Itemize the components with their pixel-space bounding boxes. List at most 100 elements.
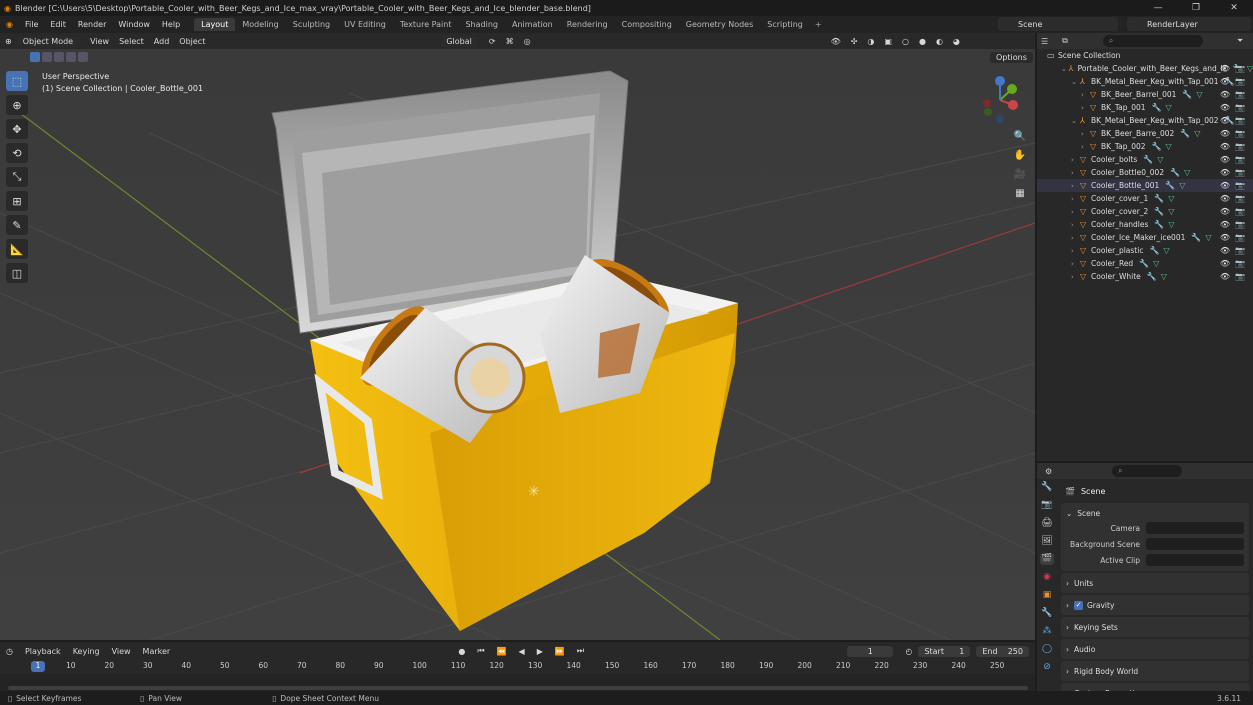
add-cube-tool-icon[interactable]: ◫ [6,263,28,283]
outliner-row[interactable]: › ▽ Cooler_plastic 🔧 ▽ 👁 📷 [1037,244,1253,257]
expand-arrow-icon[interactable]: ⌄ [1071,117,1080,125]
render-camera-icon[interactable]: 📷 [1235,155,1245,164]
visibility-icon[interactable]: 👁 [826,37,846,46]
render-camera-icon[interactable]: 📷 [1235,103,1245,112]
menu-select[interactable]: Select [114,37,149,46]
expand-arrow-icon[interactable]: › [1081,143,1090,151]
mesh-data-icon[interactable]: ▽ [1166,103,1172,112]
tab-layout[interactable]: Layout [194,18,236,31]
expand-arrow-icon[interactable]: › [1071,208,1080,216]
mesh-data-icon[interactable]: ▽ [1161,272,1167,281]
scene-selector[interactable]: Scene [998,17,1118,31]
navigation-gizmo[interactable] [975,75,1025,125]
outliner-row[interactable]: › ▽ Cooler_Bottle0_002 🔧 ▽ 👁 📷 [1037,166,1253,179]
xray-icon[interactable]: ▣ [879,37,897,46]
current-frame-field[interactable]: 1 [847,645,894,657]
render-camera-icon[interactable]: 📷 [1235,207,1245,216]
expand-arrow-icon[interactable]: › [1071,195,1080,203]
mesh-data-icon[interactable]: ▽ [1184,168,1190,177]
prev-keyframe-icon[interactable]: ⏪ [491,647,513,656]
eye-icon[interactable]: 👁 [1220,259,1230,268]
transform-tool-icon[interactable]: ⊞ [6,191,28,211]
tab-shading[interactable]: Shading [458,18,505,31]
outliner-row[interactable]: › ▽ Cooler_cover_1 🔧 ▽ 👁 📷 [1037,192,1253,205]
mesh-data-icon[interactable]: ▽ [1168,220,1174,229]
tab-compositing[interactable]: Compositing [615,18,679,31]
modifier-icon[interactable]: 🔧 [1165,181,1175,190]
mesh-data-icon[interactable]: ▽ [1153,259,1159,268]
tab-texture-paint[interactable]: Texture Paint [393,18,459,31]
render-camera-icon[interactable]: 📷 [1235,220,1245,229]
eye-icon[interactable]: 👁 [1220,168,1230,177]
active-clip-field[interactable] [1146,554,1244,566]
editor-type-icon[interactable]: ⊕ [0,37,17,46]
expand-arrow-icon[interactable]: › [1071,247,1080,255]
select-invert-icon[interactable] [66,52,76,62]
timeline-ruler[interactable]: 10 20 30 40 50 60 70 80 90 100 110 120 130 140 150 160 1… [0,661,1035,673]
eye-icon[interactable]: 👁 [1220,77,1230,86]
outliner-row[interactable]: ⌄ ⅄ BK_Metal_Beer_Keg_with_Tap_002 🔧 ▽ 👁 📷 [1037,114,1253,127]
expand-arrow-icon[interactable]: › [1071,156,1080,164]
units-panel[interactable]: › Units [1061,573,1249,593]
constraints-tab-icon[interactable]: ⊘ [1040,661,1054,673]
select-subtract-icon[interactable] [54,52,64,62]
eye-icon[interactable]: 👁 [1220,233,1230,242]
outliner-row[interactable]: › ▽ Cooler_Red 🔧 ▽ 👁 📷 [1037,257,1253,270]
expand-arrow-icon[interactable]: › [1071,221,1080,229]
shading-rendered-icon[interactable]: ◕ [948,37,965,46]
outliner-editor-icon[interactable]: ☰ [1041,37,1048,46]
tab-animation[interactable]: Animation [505,18,560,31]
menu-render[interactable]: Render [72,20,112,29]
expand-arrow-icon[interactable]: ⌄ [1071,78,1080,86]
expand-arrow-icon[interactable]: › [1071,273,1080,281]
render-camera-icon[interactable]: 📷 [1235,77,1245,86]
outliner-root[interactable]: ▭ Scene Collection [1037,49,1253,62]
keying-sets-panel[interactable]: › Keying Sets [1061,617,1249,637]
transform-orientation-dropdown[interactable]: Global [440,35,478,47]
menu-file[interactable]: File [19,20,44,29]
outliner-search-input[interactable]: ⌕ [1102,35,1203,47]
gizmo-toggle-icon[interactable]: ✣ [846,37,863,46]
render-camera-icon[interactable]: 📷 [1235,181,1245,190]
pan-hand-icon[interactable]: ✋ [1010,148,1030,163]
modifier-icon[interactable]: 🔧 [1170,168,1180,177]
properties-editor-icon[interactable]: ⚙ [1045,467,1052,476]
tool-tab-icon[interactable]: 🔧 [1040,481,1054,493]
overlay-toggle-icon[interactable]: ◑ [862,37,879,46]
outliner-row[interactable]: › ▽ BK_Tap_001 🔧 ▽ 👁 📷 [1037,101,1253,114]
output-tab-icon[interactable]: 🖨 [1040,517,1054,529]
outliner-row[interactable]: › ▽ Cooler_handles 🔧 ▽ 👁 📷 [1037,218,1253,231]
mesh-data-icon[interactable]: ▽ [1196,90,1202,99]
tab-uv-editing[interactable]: UV Editing [337,18,393,31]
menu-keying[interactable]: Keying [67,647,106,656]
menu-window[interactable]: Window [112,20,156,29]
eye-icon[interactable]: 👁 [1220,155,1230,164]
expand-arrow-icon[interactable]: › [1071,234,1080,242]
eye-icon[interactable]: 👁 [1220,272,1230,281]
mesh-data-icon[interactable]: ▽ [1163,246,1169,255]
shading-solid-icon[interactable]: ● [914,37,931,46]
jump-start-icon[interactable]: ⏮ [471,646,490,656]
modifier-icon[interactable]: 🔧 [1149,246,1159,255]
modifier-icon[interactable]: 🔧 [1154,194,1164,203]
expand-arrow-icon[interactable]: › [1071,260,1080,268]
modifier-icon[interactable]: 🔧 [1152,103,1162,112]
eye-icon[interactable]: 👁 [1220,103,1230,112]
outliner-row[interactable]: › ▽ Cooler_Bottle_001 🔧 ▽ 👁 📷 [1037,179,1253,192]
select-box-tool-icon[interactable]: ⬚ [6,71,28,91]
shading-wire-icon[interactable]: ○ [897,37,914,46]
world-tab-icon[interactable]: ◉ [1040,571,1054,583]
menu-timeline-view[interactable]: View [106,647,137,656]
render-camera-icon[interactable]: 📷 [1235,90,1245,99]
render-tab-icon[interactable]: 📷 [1040,499,1054,511]
scene-tab-icon[interactable]: 🎬 [1040,553,1054,565]
view-layer-tab-icon[interactable]: 🖼 [1040,535,1054,547]
select-new-icon[interactable] [30,52,40,62]
render-camera-icon[interactable]: 📷 [1235,233,1245,242]
zoom-icon[interactable]: 🔍 [1010,129,1030,144]
timeline-scrollbar[interactable] [8,686,1028,690]
modifier-icon[interactable]: 🔧 [1191,233,1201,242]
tab-modeling[interactable]: Modeling [235,18,285,31]
camera-field[interactable] [1146,522,1244,534]
outliner-row[interactable]: › ▽ Cooler_Ice_Maker_ice001 🔧 ▽ 👁 📷 [1037,231,1253,244]
